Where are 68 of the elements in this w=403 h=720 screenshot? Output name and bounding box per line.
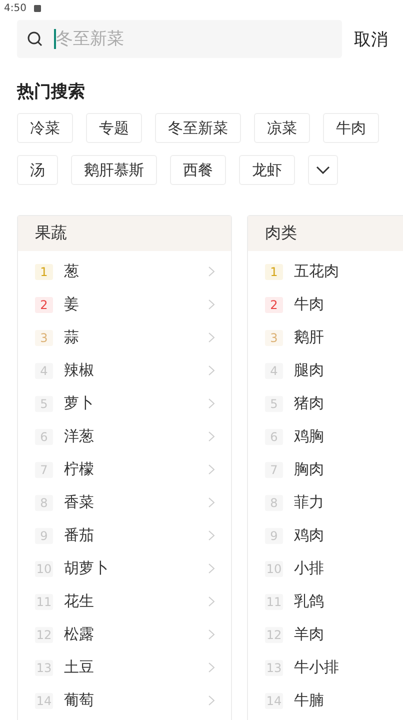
chevron-icon	[208, 398, 215, 409]
chevron-icon	[208, 695, 215, 706]
category-title: 肉类	[265, 223, 297, 244]
ranking-item[interactable]: 猪肉	[294, 394, 403, 413]
rank-badge: 1	[265, 264, 283, 280]
ranking-item[interactable]: 柠檬	[64, 460, 208, 479]
chevron-icon	[208, 530, 215, 541]
ranking-item[interactable]: 菲力	[294, 493, 403, 512]
text-cursor	[54, 29, 56, 49]
search-tag[interactable]: 龙虾	[239, 155, 295, 185]
search-tag[interactable]: 专题	[86, 113, 142, 143]
chevron-icon	[208, 596, 215, 607]
chevron-icon	[208, 497, 215, 508]
ranking-item[interactable]: 鹅肝	[294, 328, 403, 347]
rank-badge: 2	[265, 296, 283, 312]
ranking-item[interactable]: 葱	[64, 262, 208, 281]
rank-badge: 2	[35, 296, 53, 312]
ranking-item[interactable]: 蒜	[64, 328, 208, 347]
chevron-icon	[316, 166, 330, 174]
rank-badge: 1	[35, 264, 53, 280]
search-icon	[27, 31, 43, 47]
ranking-item[interactable]: 牛小排	[294, 658, 403, 677]
search-tag[interactable]: 冬至新菜	[155, 113, 241, 143]
search-tag[interactable]: 汤	[17, 155, 58, 185]
chevron-icon	[208, 563, 215, 574]
rank-badge: 3	[35, 330, 53, 346]
ranking-item[interactable]: 花生	[64, 592, 208, 611]
ranking-item[interactable]: 鸡胸	[294, 427, 403, 446]
ranking-item[interactable]: 乳鸽	[294, 592, 403, 611]
ranking-item[interactable]: 小排	[294, 559, 403, 578]
ranking-item[interactable]: 土豆	[64, 658, 208, 677]
search-tag[interactable]: 凉菜	[254, 113, 310, 143]
expand-button[interactable]	[308, 155, 338, 185]
search-field[interactable]: 冬至新菜	[17, 20, 342, 58]
search-tag[interactable]: 西餐	[170, 155, 226, 185]
status-time: 4:50	[4, 2, 26, 14]
ranking-item[interactable]: 牛肉	[294, 295, 403, 314]
chevron-icon	[208, 332, 215, 343]
ranking-item[interactable]: 香菜	[64, 493, 208, 512]
chevron-icon	[208, 629, 215, 640]
ranking-item[interactable]: 鸡肉	[294, 526, 403, 545]
rank-badge: 3	[265, 330, 283, 346]
ranking-item[interactable]: 辣椒	[64, 361, 208, 380]
ranking-item[interactable]: 羊肉	[294, 625, 403, 644]
ranking-item[interactable]: 姜	[64, 295, 208, 314]
category-title: 果蔬	[35, 223, 67, 244]
ranking-item[interactable]: 牛腩	[294, 691, 403, 710]
ranking-item[interactable]: 腿肉	[294, 361, 403, 380]
chevron-icon	[208, 365, 215, 376]
chevron-icon	[208, 431, 215, 442]
cancel-button[interactable]: 取消	[354, 28, 388, 50]
chevron-icon	[208, 266, 215, 277]
ranking-item[interactable]: 洋葱	[64, 427, 208, 446]
ranking-item[interactable]: 番茄	[64, 526, 208, 545]
ranking-item[interactable]: 葡萄	[64, 691, 208, 710]
search-tag[interactable]: 牛肉	[323, 113, 379, 143]
ranking-item[interactable]: 胸肉	[294, 460, 403, 479]
section-title: 热门搜索	[17, 81, 86, 103]
chevron-icon	[208, 464, 215, 475]
search-tag[interactable]: 冷菜	[17, 113, 73, 143]
ranking-item[interactable]: 五花肉	[294, 262, 403, 281]
ranking-item[interactable]: 胡萝卜	[64, 559, 208, 578]
notification-icon	[34, 4, 42, 12]
ranking-item[interactable]: 松露	[64, 625, 208, 644]
chevron-icon	[208, 299, 215, 310]
ranking-item[interactable]: 萝卜	[64, 394, 208, 413]
search-tag[interactable]: 鹅肝慕斯	[71, 155, 157, 185]
chevron-icon	[208, 662, 215, 673]
